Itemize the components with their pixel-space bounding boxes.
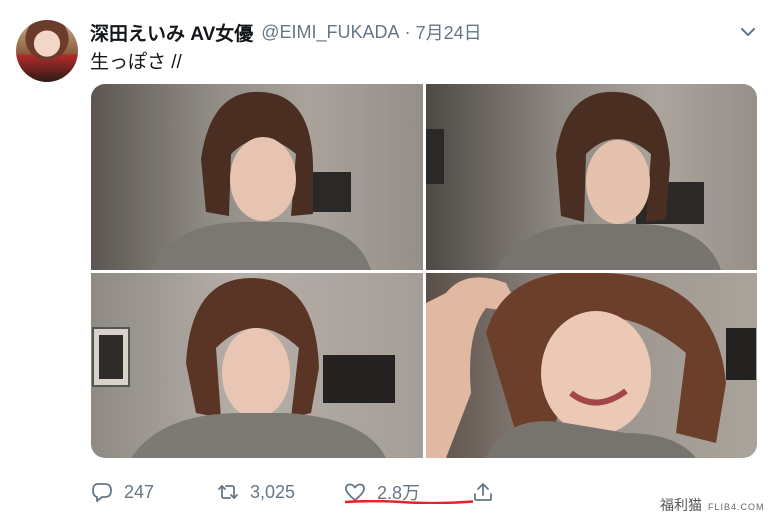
photo-4[interactable] [426, 273, 757, 458]
photo-2[interactable] [426, 84, 757, 270]
retweet-button[interactable]: 3,025 [216, 478, 295, 506]
media-grid [91, 84, 757, 458]
display-name[interactable]: 深田えいみ AV女優 [90, 19, 253, 46]
separator-dot: · [404, 21, 411, 42]
share-icon [474, 483, 492, 501]
avatar[interactable] [16, 20, 78, 82]
reply-icon [92, 483, 112, 502]
tweet-header: 深田えいみ AV女優 @EIMI_FUKADA · 7月24日 [90, 19, 482, 46]
red-underline-annotation [345, 500, 473, 504]
retweet-count: 3,025 [250, 481, 296, 502]
watermark-label: 福利猫 [660, 497, 702, 513]
chevron-down-icon[interactable] [738, 22, 758, 42]
reply-count: 247 [124, 481, 155, 502]
tweet-date[interactable]: 7月24日 [416, 19, 482, 45]
photo-3[interactable] [91, 273, 423, 458]
share-button[interactable] [471, 478, 495, 506]
watermark-site: FLIB4.COM [708, 502, 765, 512]
retweet-icon [218, 485, 238, 499]
user-handle[interactable]: @EIMI_FUKADA [261, 22, 399, 43]
watermark: 福利猫 FLIB4.COM [660, 495, 765, 515]
photo-1[interactable] [91, 84, 423, 270]
tweet-text: 生っぽさ // [90, 52, 182, 73]
reply-button[interactable]: 247 [90, 478, 154, 506]
